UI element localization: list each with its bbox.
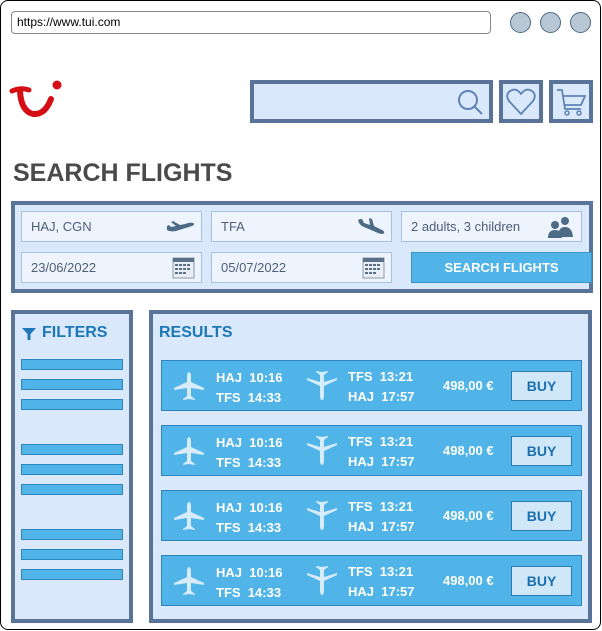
flight-result-row[interactable]: HAJ 10:16 TFS 14:33 TFS 13:21 HAJ 17:57 498,…: [161, 490, 582, 541]
return-date-value: 05/07/2022: [221, 260, 287, 275]
filter-option-bar[interactable]: [21, 529, 123, 540]
return-plane-icon: [307, 501, 337, 530]
return-departure: TFS 13:21: [348, 499, 414, 514]
flight-search-form: HAJ, CGN TFA 2 adults, 3 children 23/06/…: [11, 201, 593, 293]
outbound-plane-icon: [174, 437, 204, 465]
flight-price: 498,00 €: [443, 508, 494, 523]
buy-button[interactable]: BUY: [511, 566, 572, 596]
search-icon[interactable]: [455, 88, 485, 118]
return-arrival: HAJ 17:57: [348, 584, 415, 599]
outbound-arrival: TFS 14:33: [216, 520, 282, 535]
heart-icon: [506, 88, 536, 115]
filter-icon: [22, 328, 36, 340]
depart-date-field[interactable]: 23/06/2022: [21, 252, 202, 283]
cart-icon: [557, 89, 586, 116]
url-bar[interactable]: https://www.tui.com: [11, 11, 491, 34]
filter-option-bar[interactable]: [21, 569, 123, 580]
outbound-arrival: TFS 14:33: [216, 455, 282, 470]
depart-date-value: 23/06/2022: [31, 260, 97, 275]
page-title: SEARCH FLIGHTS: [13, 159, 233, 187]
filter-option-bar[interactable]: [21, 464, 123, 475]
return-departure: TFS 13:21: [348, 564, 414, 579]
return-arrival: HAJ 17:57: [348, 454, 415, 469]
return-arrival: HAJ 17:57: [348, 519, 415, 534]
tui-logo[interactable]: [9, 77, 65, 121]
return-plane-icon: [307, 566, 337, 595]
site-search-input[interactable]: [250, 80, 493, 123]
results-title: RESULTS: [159, 324, 233, 341]
flight-result-row[interactable]: HAJ 10:16 TFS 14:33 TFS 13:21 HAJ 17:57 498,…: [161, 425, 582, 476]
window-maximize-button[interactable]: [540, 12, 561, 33]
travelers-value: 2 adults, 3 children: [411, 219, 521, 234]
outbound-arrival: TFS 14:33: [216, 585, 282, 600]
wishlist-button[interactable]: [499, 80, 543, 123]
return-date-field[interactable]: 05/07/2022: [211, 252, 392, 283]
flight-price: 498,00 €: [443, 378, 494, 393]
filter-option-bar[interactable]: [21, 484, 123, 495]
buy-button[interactable]: BUY: [511, 501, 572, 531]
flight-price: 498,00 €: [443, 573, 494, 588]
return-arrival: HAJ 17:57: [348, 389, 415, 404]
filter-option-bar[interactable]: [21, 379, 123, 390]
search-flights-button[interactable]: SEARCH FLIGHTS: [411, 252, 592, 283]
filters-panel: FILTERS: [11, 310, 133, 623]
return-plane-icon: [307, 371, 337, 400]
filter-option-bar[interactable]: [21, 444, 123, 455]
calendar-icon[interactable]: [166, 257, 196, 279]
flight-price: 498,00 €: [443, 443, 494, 458]
outbound-plane-icon: [174, 567, 204, 595]
cart-button[interactable]: [549, 80, 593, 123]
return-departure: TFS 13:21: [348, 369, 414, 384]
filter-option-bar[interactable]: [21, 549, 123, 560]
outbound-departure: HAJ 10:16: [216, 565, 283, 580]
travelers-field[interactable]: 2 adults, 3 children: [401, 211, 582, 242]
outbound-departure: HAJ 10:16: [216, 435, 283, 450]
results-panel: RESULTS HAJ 10:16 TFS 14:33 TFS 13:21 HAJ 1…: [149, 310, 592, 623]
return-plane-icon: [307, 436, 337, 465]
return-departure: TFS 13:21: [348, 434, 414, 449]
destination-airport-field[interactable]: TFA: [211, 211, 392, 242]
window-close-button[interactable]: [570, 12, 591, 33]
outbound-arrival: TFS 14:33: [216, 390, 282, 405]
flight-result-row[interactable]: HAJ 10:16 TFS 14:33 TFS 13:21 HAJ 17:57 498,…: [161, 555, 582, 606]
browser-window: https://www.tui.com SEARCH FLIGHTS HAJ, …: [0, 0, 601, 630]
outbound-departure: HAJ 10:16: [216, 370, 283, 385]
filter-option-bar[interactable]: [21, 399, 123, 410]
buy-button[interactable]: BUY: [511, 436, 572, 466]
outbound-plane-icon: [174, 502, 204, 530]
outbound-plane-icon: [174, 372, 204, 400]
outbound-departure: HAJ 10:16: [216, 500, 283, 515]
plane-landing-icon: [358, 218, 385, 234]
departure-airport-field[interactable]: HAJ, CGN: [21, 211, 202, 242]
destination-value: TFA: [221, 219, 245, 234]
people-icon: [548, 217, 573, 238]
filters-title: FILTERS: [42, 324, 108, 341]
plane-takeoff-icon: [167, 221, 195, 232]
buy-button[interactable]: BUY: [511, 371, 572, 401]
flight-result-row[interactable]: HAJ 10:16 TFS 14:33 TFS 13:21 HAJ 17:57 498,…: [161, 360, 582, 411]
filter-option-bar[interactable]: [21, 359, 123, 370]
calendar-icon[interactable]: [356, 257, 386, 279]
departure-value: HAJ, CGN: [31, 219, 92, 234]
window-minimize-button[interactable]: [510, 12, 531, 33]
